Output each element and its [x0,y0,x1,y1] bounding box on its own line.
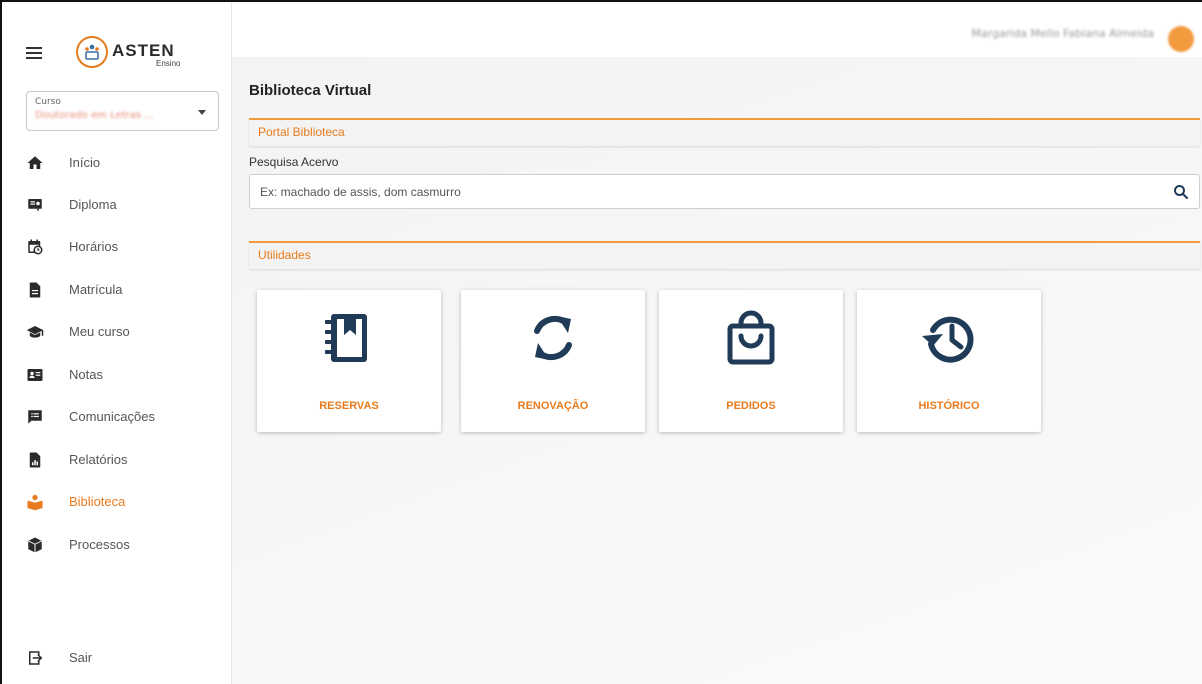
history-icon [922,316,974,363]
portal-section-title: Portal Biblioteca [258,125,345,139]
document-icon [29,282,41,298]
search-input[interactable] [260,175,1140,208]
sidebar-item-label: Processos [69,537,130,552]
main-content: Biblioteca Virtual Portal Biblioteca Pes… [232,57,1202,684]
card-label: PEDIDOS [726,400,776,412]
card-label: HISTÓRICO [918,400,980,412]
sidebar-item-diploma[interactable]: Diploma [2,187,231,223]
sidebar-item-label: Relatórios [69,452,128,467]
sidebar-item-biblioteca[interactable]: Biblioteca [2,484,231,520]
topbar: Margarida Mello Fabiana Almeida [232,2,1202,57]
logo-subtitle: Ensino [156,59,181,68]
sidebar-item-matricula[interactable]: Matrícula [2,272,231,308]
utilities-section-title: Utilidades [258,248,311,262]
sidebar-item-notas[interactable]: Notas [2,357,231,393]
course-select[interactable]: Curso Doutorado em Letras ... [26,91,219,131]
sidebar-item-label: Comunicações [69,409,155,424]
sync-icon [534,315,572,361]
sidebar-item-label: Meu curso [69,324,130,339]
notebook-bookmark-icon [325,314,367,362]
sidebar-item-processos[interactable]: Processos [2,527,231,563]
sidebar-header: ASTEN Ensino [2,2,232,86]
search-icon[interactable] [1172,183,1190,201]
sidebar-item-horarios[interactable]: Horários [2,229,231,265]
card-historico[interactable]: HISTÓRICO [857,290,1041,432]
app-window: ASTEN Ensino Curso Doutorado em Letras .… [0,0,1202,684]
course-select-label: Curso [35,97,61,107]
card-label: RENOVAÇÃO [517,400,589,412]
logout-icon [29,651,43,665]
graduation-cap-icon [26,326,44,338]
search-box [249,174,1200,209]
caret-down-icon [198,110,206,115]
home-icon [27,156,43,169]
sidebar-item-label: Notas [69,367,103,382]
asten-logo: ASTEN Ensino [76,36,196,70]
sidebar-item-label: Sair [69,650,93,665]
sidebar-item-label: Horários [69,239,119,254]
avatar[interactable] [1168,26,1194,52]
course-select-value: Doutorado em Letras ... [35,110,154,121]
diploma-icon [28,199,42,212]
utilities-section-header: Utilidades [249,241,1200,269]
sidebar-item-label: Início [69,155,101,170]
search-label: Pesquisa Acervo [249,155,339,169]
user-name[interactable]: Margarida Mello Fabiana Almeida [971,27,1154,40]
sidebar-item-label: Diploma [69,197,117,212]
box-icon [28,537,42,553]
sidebar-item-sair[interactable]: Sair [2,640,231,676]
sidebar-item-comunicacoes[interactable]: Comunicações [2,399,231,435]
sidebar-item-label: Matrícula [69,282,123,297]
calendar-clock-icon [28,239,43,255]
sidebar-item-meu-curso[interactable]: Meu curso [2,314,231,350]
logo-text: ASTEN [112,41,175,60]
shopping-bag-icon [727,310,775,365]
sidebar-item-label: Biblioteca [69,494,126,509]
page-title: Biblioteca Virtual [249,82,372,99]
card-pedidos[interactable]: PEDIDOS [659,290,843,432]
portal-section-header: Portal Biblioteca [249,118,1200,146]
id-card-icon [27,369,43,381]
card-label: RESERVAS [319,400,379,412]
message-icon [28,410,42,424]
logo-emblem-icon [76,36,108,68]
sidebar: ASTEN Ensino Curso Doutorado em Letras .… [2,2,232,684]
sidebar-item-relatorios[interactable]: Relatórios [2,442,231,478]
library-icon [27,494,43,511]
hamburger-menu-icon[interactable] [26,46,44,60]
report-icon [29,452,41,468]
card-renovacao[interactable]: RENOVAÇÃO [461,290,645,432]
card-reservas[interactable]: RESERVAS [257,290,441,432]
sidebar-item-inicio[interactable]: Início [2,145,231,181]
